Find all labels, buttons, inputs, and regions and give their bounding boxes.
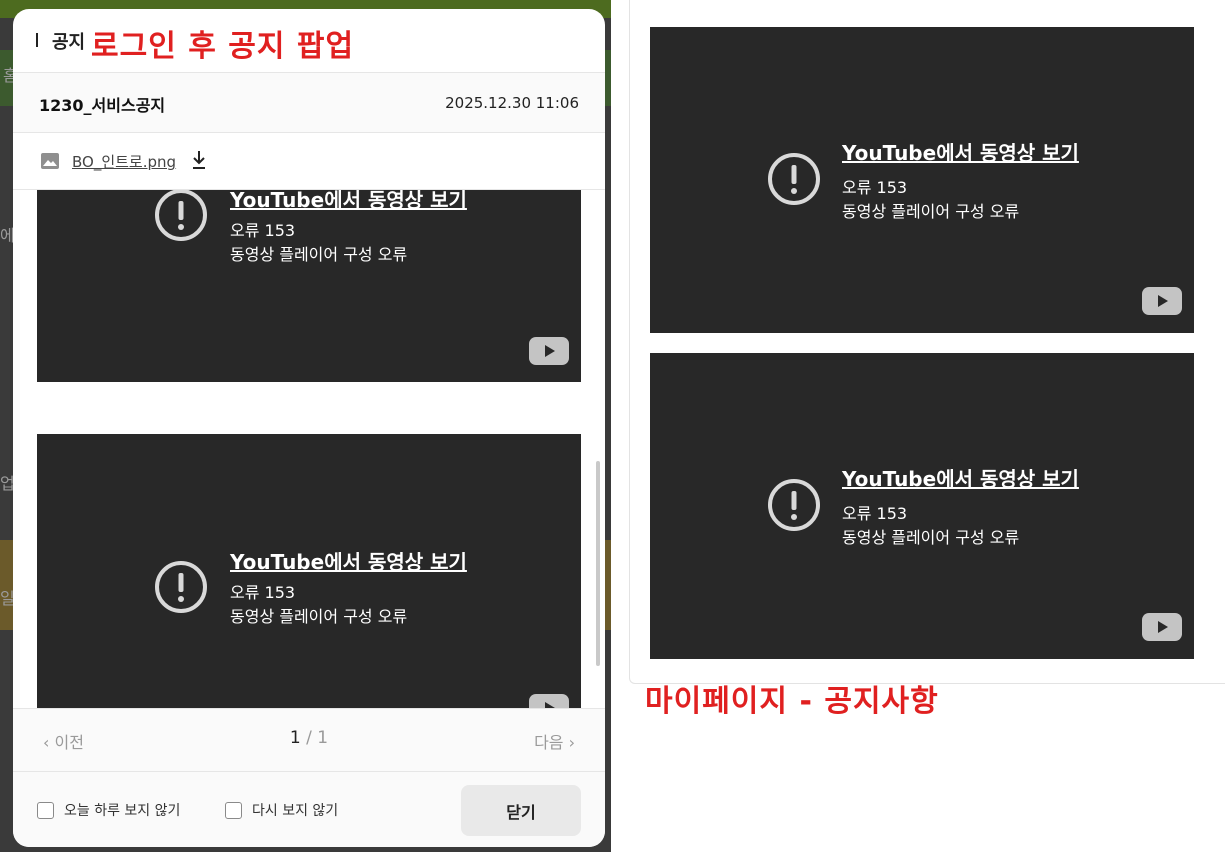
hide-today-checkbox[interactable]: 오늘 하루 보지 않기 (37, 800, 180, 820)
youtube-watch-link[interactable]: YouTube에서 동영상 보기 (230, 190, 467, 213)
chevron-right-icon: › (563, 733, 575, 752)
video-embed-error[interactable]: YouTube에서 동영상 보기 오류 153 동영상 플레이어 구성 오류 (650, 27, 1194, 333)
notice-date: 2025.12.30 11:06 (445, 94, 579, 112)
video-error-code: 오류 153 (842, 178, 908, 197)
video-error-code: 오류 153 (842, 504, 908, 523)
youtube-watch-link[interactable]: YouTube에서 동영상 보기 (842, 137, 1079, 166)
attachment-file-link[interactable]: BO_인트로.png (72, 151, 176, 172)
notice-popup: 공지 1230_서비스공지 2025.12.30 11:06 BO_인트로.pn… (13, 9, 605, 847)
header-accent-bar (36, 33, 38, 47)
video-embed-error[interactable]: YouTube에서 동영상 보기 오류 153 동영상 플레이어 구성 오류 (37, 434, 581, 708)
alert-circle-icon (768, 479, 820, 531)
youtube-watch-link[interactable]: YouTube에서 동영상 보기 (842, 463, 1079, 492)
close-button[interactable]: 닫기 (461, 785, 581, 836)
mypage-notice-panel: YouTube에서 동영상 보기 오류 153 동영상 플레이어 구성 오류 Y… (629, 0, 1225, 684)
annotation-popup-label: 로그인 후 공지 팝업 (91, 29, 355, 64)
popup-title: 공지 (52, 32, 86, 53)
page-separator: / (300, 728, 318, 748)
popup-footer: 오늘 하루 보지 않기 다시 보지 않기 닫기 (13, 771, 605, 847)
alert-circle-icon (155, 190, 207, 241)
video-embed-error[interactable]: YouTube에서 동영상 보기 오류 153 동영상 플레이어 구성 오류 (37, 190, 581, 382)
video-error-message: 동영상 플레이어 구성 오류 (842, 528, 1020, 547)
youtube-logo-icon[interactable] (1142, 613, 1182, 641)
never-show-checkbox[interactable]: 다시 보지 않기 (225, 800, 338, 820)
youtube-logo-icon[interactable] (1142, 287, 1182, 315)
alert-circle-icon (155, 561, 207, 613)
next-label: 다음 (534, 733, 564, 752)
page-indicator: 1 / 1 (13, 728, 605, 748)
youtube-logo-icon[interactable] (529, 694, 569, 708)
download-icon[interactable] (189, 149, 209, 171)
current-page: 1 (289, 728, 301, 748)
never-show-label: 다시 보지 않기 (252, 803, 339, 819)
youtube-logo-icon[interactable] (529, 337, 569, 365)
notice-content-area[interactable]: YouTube에서 동영상 보기 오류 153 동영상 플레이어 구성 오류 Y… (13, 190, 605, 708)
video-error-code: 오류 153 (230, 221, 296, 240)
notice-title: 1230_서비스공지 (39, 96, 166, 115)
content-scrollbar[interactable] (596, 461, 600, 666)
video-error-code: 오류 153 (230, 583, 296, 602)
video-embed-error[interactable]: YouTube에서 동영상 보기 오류 153 동영상 플레이어 구성 오류 (650, 353, 1194, 659)
youtube-watch-link[interactable]: YouTube에서 동영상 보기 (230, 546, 467, 575)
annotation-mypage-label: 마이페이지 - 공지사항 (645, 684, 939, 719)
attachment-row: BO_인트로.png (13, 133, 605, 190)
alert-circle-icon (768, 153, 820, 205)
hide-today-label: 오늘 하루 보지 않기 (64, 803, 181, 819)
checkbox-icon[interactable] (225, 801, 242, 819)
notice-info-bar: 1230_서비스공지 2025.12.30 11:06 (13, 72, 605, 133)
image-icon (41, 153, 59, 169)
next-button[interactable]: 다음 › (534, 729, 575, 753)
checkbox-icon[interactable] (37, 801, 54, 819)
video-error-message: 동영상 플레이어 구성 오류 (230, 607, 408, 626)
pagination-bar: ‹ 이전 1 / 1 다음 › (13, 708, 605, 771)
total-pages: 1 (317, 728, 329, 748)
video-error-message: 동영상 플레이어 구성 오류 (230, 245, 408, 264)
video-error-message: 동영상 플레이어 구성 오류 (842, 202, 1020, 221)
